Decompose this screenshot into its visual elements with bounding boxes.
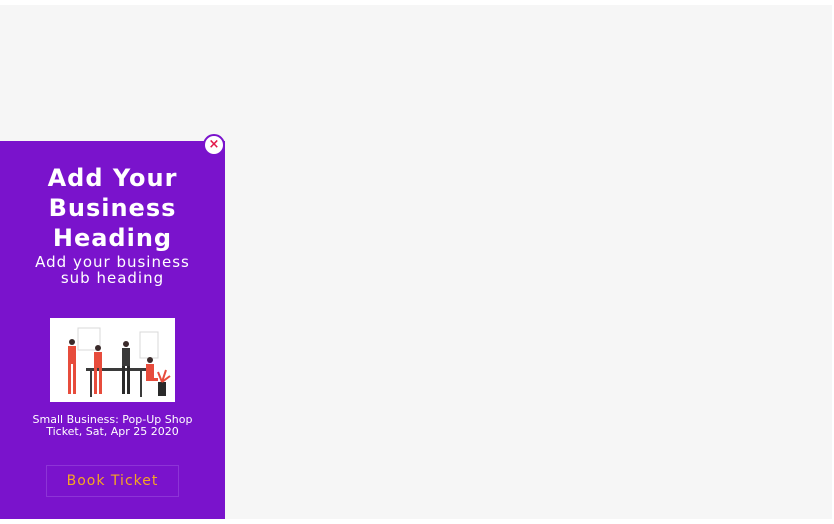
event-description: Small Business: Pop-Up Shop Ticket, Sat,… [32,413,193,438]
close-icon[interactable]: × [203,134,225,156]
team-illustration-icon [50,318,175,402]
promo-popup: Add Your Business Heading Add your busin… [0,141,225,519]
popup-subheading: Add your business sub heading [35,253,190,287]
popup-heading: Add Your Business Heading [47,164,178,252]
team-illustration [50,318,175,402]
book-ticket-button[interactable]: Book Ticket [46,465,179,497]
